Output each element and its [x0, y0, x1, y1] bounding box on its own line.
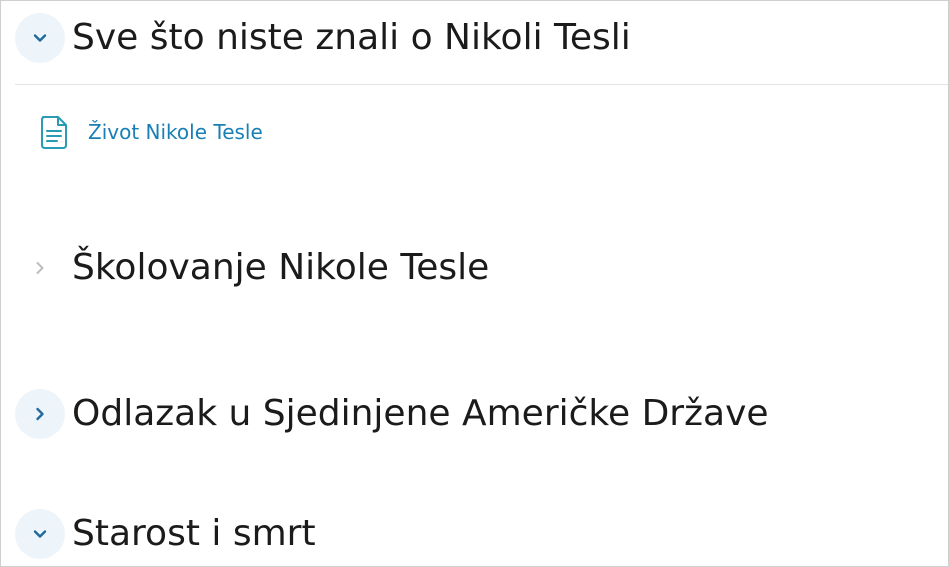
activity-label: Život Nikole Tesle: [88, 120, 263, 144]
section-divider: [15, 84, 948, 85]
course-content-frame: Sve što niste znali o Nikoli Tesli Život…: [0, 0, 949, 567]
section-toggle-1[interactable]: [15, 13, 65, 63]
section-title-2: Školovanje Nikole Tesle: [72, 247, 490, 288]
section-toggle-4[interactable]: [15, 509, 65, 559]
activity-link[interactable]: Život Nikole Tesle: [39, 114, 263, 150]
section-toggle-3[interactable]: [15, 389, 65, 439]
section-title-1: Sve što niste znali o Nikoli Tesli: [72, 17, 631, 58]
chevron-right-icon: [36, 407, 44, 421]
section-header-3[interactable]: Odlazak u Sjedinjene Američke Države: [15, 389, 769, 439]
section-header-2[interactable]: Školovanje Nikole Tesle: [15, 243, 489, 293]
document-icon: [41, 116, 67, 149]
chevron-down-icon: [33, 34, 47, 42]
section-title-3: Odlazak u Sjedinjene Američke Države: [72, 393, 769, 434]
section-toggle-2[interactable]: [15, 243, 65, 293]
section-header-1[interactable]: Sve što niste znali o Nikoli Tesli: [15, 13, 631, 63]
section-title-4: Starost i smrt: [72, 513, 316, 554]
chevron-right-icon: [36, 262, 44, 274]
chevron-down-icon: [33, 530, 47, 538]
section-header-4[interactable]: Starost i smrt: [15, 509, 316, 559]
